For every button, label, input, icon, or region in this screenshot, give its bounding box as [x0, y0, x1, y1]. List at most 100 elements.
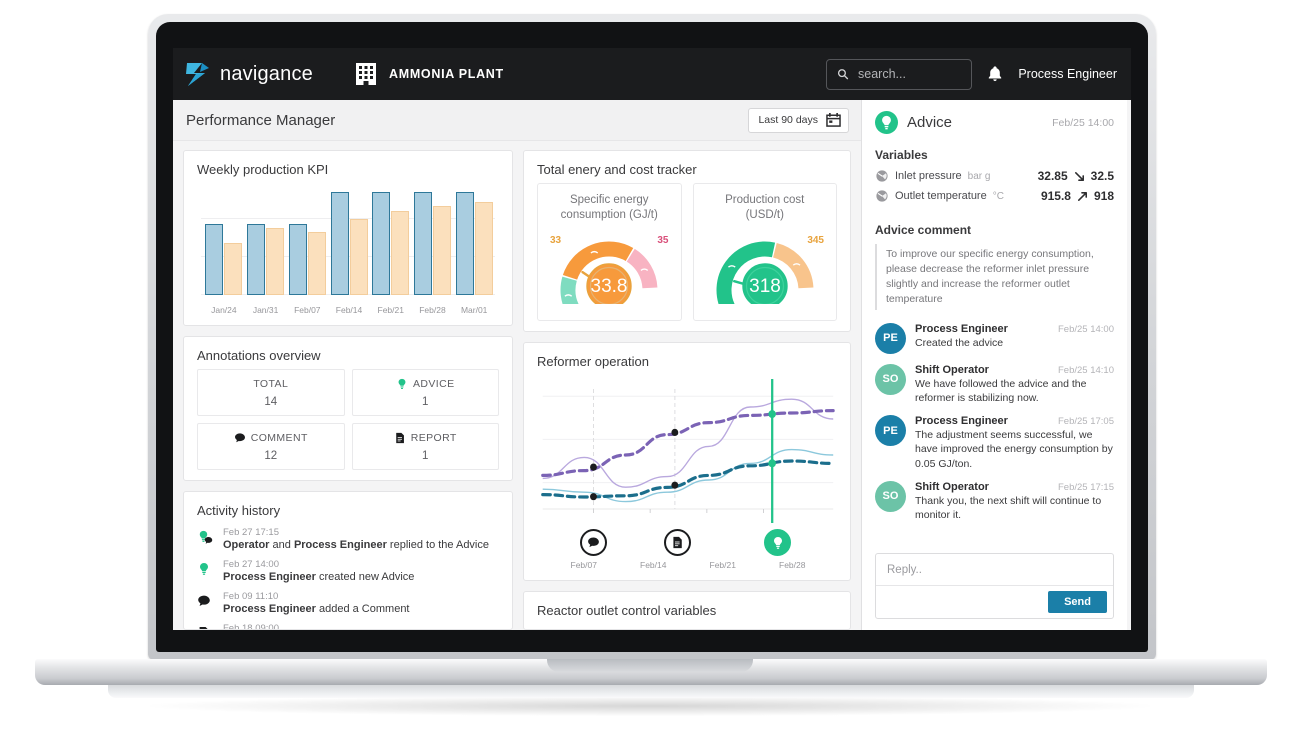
send-button[interactable]: Send — [1048, 591, 1107, 613]
gauge-label-line1: Production cost — [725, 194, 805, 206]
message-author: Process Engineer — [915, 415, 1008, 428]
message-header: Process Engineer Feb/25 17:05 — [915, 415, 1114, 427]
plant-name: AMMONIA PLANT — [388, 67, 504, 81]
kpi-x-label: Jan/31 — [252, 305, 279, 315]
advice-comment-text: To improve our specific energy consumpti… — [875, 244, 1114, 310]
message-author: Process Engineer — [915, 322, 1008, 335]
reformer-x-label: Feb/14 — [640, 560, 667, 571]
annotation-cell-advice[interactable]: ADVICE 1 — [351, 369, 499, 416]
advice-comment-title: Advice comment — [875, 223, 972, 237]
trend-up-icon — [1077, 191, 1087, 201]
laptop-shadow — [150, 696, 1150, 716]
activity-time: Feb 27 14:00 — [223, 559, 279, 570]
advice-side-panel: Advice Feb/25 14:00 Variables Inlet pres… — [861, 100, 1127, 630]
weekly-production-kpi-card: Weekly production KPI Jan/24 Jan/31 Feb/07… — [183, 150, 513, 326]
laptop-bezel: navigance AMMONIA PLANT search... Proces… — [156, 22, 1148, 652]
annotation-head: TOTAL — [202, 378, 340, 390]
kpi-bar-actual — [288, 223, 307, 295]
kpi-bar-actual — [455, 192, 474, 295]
variable-values: 32.85 32.5 — [1038, 169, 1114, 183]
card-title: Annotations overview — [197, 348, 321, 363]
kpi-bar-actual — [372, 192, 391, 295]
annotation-head: ADVICE — [357, 378, 495, 390]
message-text: Created the advice — [915, 336, 1004, 349]
activity-item[interactable]: Feb 18 09:00Shift Leader uploaded a new … — [197, 623, 499, 630]
comment-icon — [587, 537, 599, 548]
message-time: Feb/25 17:15 — [1058, 481, 1114, 493]
chart-marker-comment-icon[interactable] — [579, 529, 607, 557]
kpi-bar-actual — [247, 223, 266, 295]
annotation-cell-total[interactable]: TOTAL 14 — [197, 369, 345, 416]
card-title: Reformer operation — [537, 354, 649, 370]
card-title: Reactor outlet control variables — [537, 603, 717, 619]
brand-logo[interactable]: navigance — [185, 60, 313, 88]
annotation-label: TOTAL — [253, 378, 289, 390]
advice-header: Advice Feb/25 14:00 — [875, 111, 1114, 134]
kpi-x-label: Jan/24 — [211, 305, 237, 315]
gauge-label-line1: Specific energy — [569, 194, 649, 206]
comment-icon — [204, 537, 213, 544]
gauge-arc-segment-2 — [626, 249, 658, 289]
kpi-x-label: Mar/01 — [460, 305, 488, 315]
kpi-bar-group — [286, 187, 328, 295]
search-box[interactable] — [826, 58, 973, 90]
variable-unit: bar g — [967, 170, 991, 182]
plant-selector[interactable]: AMMONIA PLANT — [354, 61, 504, 87]
annotation-cell-comment[interactable]: COMMENT 12 — [197, 423, 345, 470]
reply-box[interactable]: Send — [875, 553, 1114, 619]
kpi-bar-group — [453, 187, 495, 295]
gauge-arc-segment-0 — [560, 276, 579, 305]
annotation-head: REPORT — [357, 432, 495, 444]
gauge-label: Production cost (USD/t) — [700, 193, 831, 223]
message-time: Feb/25 14:10 — [1058, 364, 1114, 376]
reformer-x-label: Feb/21 — [709, 560, 736, 571]
annotation-cell-report[interactable]: REPORT 1 — [351, 423, 499, 470]
activity-body: Feb 27 17:15 Operator and Process Enginee… — [223, 527, 489, 551]
variable-values: 915.8 918 — [1041, 189, 1114, 203]
kpi-bar-actual — [330, 192, 349, 295]
search-input[interactable] — [858, 67, 962, 81]
variable-unit: °C — [992, 190, 1004, 202]
gauge-svg: 318 — [716, 241, 814, 305]
message-time: Feb/25 17:05 — [1058, 416, 1114, 428]
app-body: Performance Manager Last 90 days Weekly … — [173, 100, 1131, 630]
variable-current-value: 915.8 — [1040, 189, 1071, 203]
variable-row: Outlet temperature °C 915.8 918 — [875, 189, 1114, 203]
kpi-x-label: Feb/07 — [294, 305, 321, 315]
bulb-icon — [398, 378, 406, 389]
avatar: PE — [875, 322, 906, 354]
activity-item[interactable]: Feb 27 17:15 Operator and Process Enginee… — [197, 527, 499, 551]
card-title: Total enery and cost tracker — [537, 162, 697, 177]
date-range-filter[interactable]: Last 90 days — [748, 107, 849, 133]
activity-time: Feb 09 11:10 — [223, 591, 279, 602]
annotation-value: 1 — [422, 450, 429, 462]
thread-message: PE Process Engineer Feb/25 17:05 The adjust… — [875, 415, 1114, 471]
laptop-base-lip — [546, 659, 753, 672]
reply-input[interactable] — [876, 554, 1113, 585]
kpi-bar-actual — [205, 223, 224, 295]
activity-list: Feb 27 17:15 Operator and Process Enginee… — [197, 527, 499, 630]
activity-time: Feb 18 09:00 — [223, 623, 279, 630]
laptop-foot — [108, 685, 1194, 698]
comment-icon — [234, 433, 245, 443]
bell-icon[interactable] — [987, 65, 1003, 83]
weekly-production-kpi-chart: Jan/24 Jan/31 Feb/07 Feb/14 Feb/21 Feb/28 Mar/… — [197, 183, 499, 315]
gauge-min-label: 33 — [550, 235, 562, 247]
user-name[interactable]: Process Engineer — [1018, 67, 1117, 81]
message-text: We have followed the advice and the refo… — [915, 377, 1087, 404]
advice-date: Feb/25 14:00 — [1052, 116, 1114, 129]
activity-item[interactable]: Feb 09 11:10 Process Engineer added a Com… — [197, 591, 499, 615]
chart-marker-bulb-icon[interactable] — [764, 529, 791, 557]
kpi-bar-actual — [413, 192, 432, 295]
chart-marker-report-icon[interactable] — [663, 529, 691, 557]
bulb-icon — [197, 559, 214, 583]
thread-message: SO Shift Operator Feb/25 17:15 Thank you, t… — [875, 480, 1114, 523]
brand-name: navigance — [220, 62, 313, 85]
nav-right-group: Process Engineer — [826, 58, 1117, 90]
activity-item[interactable]: Feb 27 14:00 Process Engineer created new… — [197, 559, 499, 583]
message-author: Shift Operator — [915, 363, 989, 376]
gauge-max-label: 35 — [657, 235, 669, 247]
message-header: Process Engineer Feb/25 14:00 — [915, 323, 1114, 335]
kpi-bar-group — [370, 187, 412, 295]
card-title: Activity history — [197, 503, 281, 518]
